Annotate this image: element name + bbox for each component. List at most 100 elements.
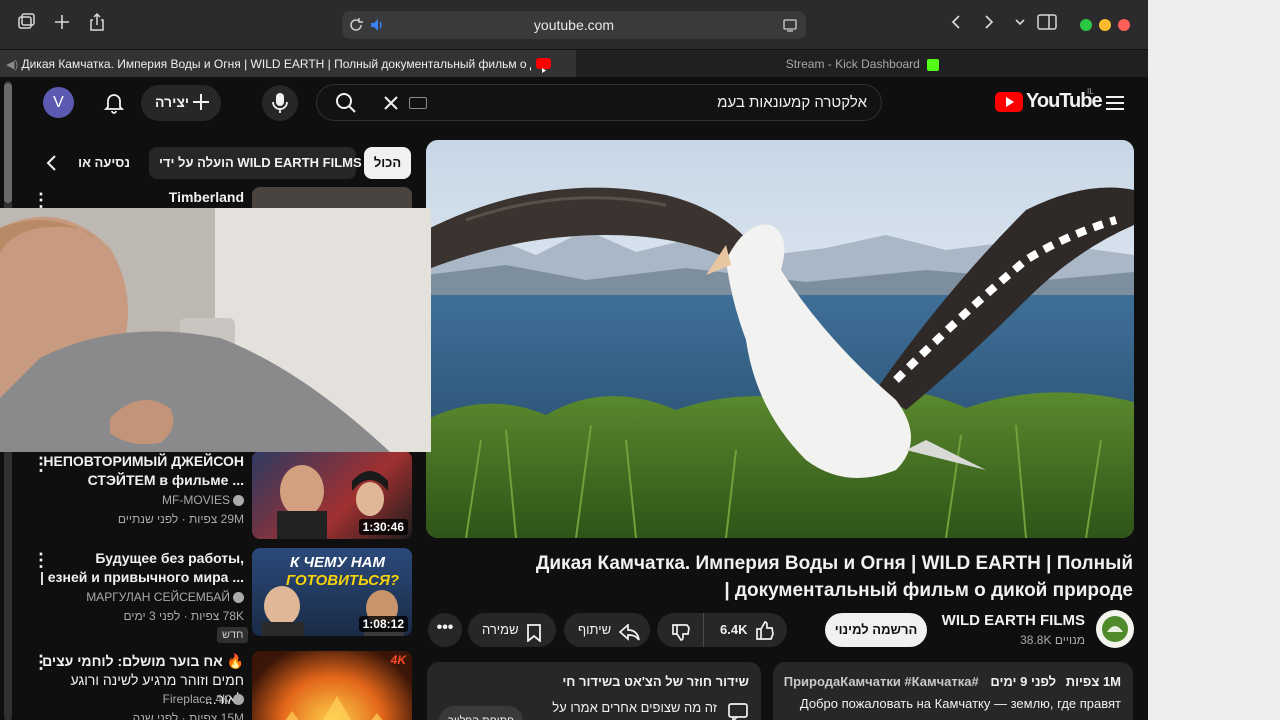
rec-channel[interactable]: МАРГУЛАН СЕЙСЕМБАЙ (34, 590, 244, 604)
description-stats: 1M צפיות לפני 9 ימים #ПриродаКамчатки #К… (784, 674, 1121, 689)
window-zoom-button[interactable] (1080, 19, 1092, 31)
youtube-favicon-icon (536, 58, 551, 73)
video-title-line-1: Дикая Камчатка. Империя Воды и Огня | WI… (535, 553, 1133, 574)
search-box[interactable]: אלקטרה קמעונאות בעמ (316, 84, 882, 121)
verified-icon (233, 694, 244, 706)
address-bar[interactable]: youtube.com (342, 11, 806, 39)
chat-replay-title: שידור חוזר של הצ'אט בשידור חי (562, 674, 749, 689)
forward-icon[interactable] (977, 12, 1001, 36)
dislike-icon[interactable] (671, 621, 691, 655)
like-icon[interactable] (755, 620, 775, 654)
verified-icon (233, 495, 244, 507)
sidebar-toggle-icon[interactable] (1035, 12, 1059, 36)
reader-mode-icon[interactable] (782, 17, 798, 38)
rec-channel[interactable]: Fireplace 4K (34, 692, 244, 706)
rec-meta: 78K צפיות · לפני 3 ימים (123, 609, 244, 623)
chip-all[interactable]: הכול (364, 147, 411, 179)
kick-favicon-icon (927, 58, 940, 71)
back-icon[interactable] (944, 12, 968, 36)
safari-window: youtube.com ◀) Дикая Камчатка. Империя В… (0, 0, 1148, 720)
new-tab-icon[interactable] (50, 12, 74, 36)
webcam-overlay (0, 208, 431, 452)
youtube-logo-icon[interactable] (995, 92, 1023, 112)
chevron-down-icon[interactable] (1008, 12, 1032, 36)
share-label: שיתוף (578, 622, 612, 637)
tab-bar: ◀) Дикая Камчатка. Империя Воды и Огня |… (0, 49, 1148, 78)
subscribe-button[interactable]: הרשמה למינוי (825, 613, 927, 647)
search-icon[interactable] (335, 92, 357, 119)
screen: youtube.com ◀) Дикая Камчатка. Империя В… (0, 0, 1280, 720)
window-close-button[interactable] (1118, 19, 1130, 31)
tab-title: Дикая Камчатка. Империя Воды и Огня | WI… (21, 57, 531, 71)
sidebar-tabs-icon[interactable] (14, 12, 38, 36)
rec-thumbnail-fireplace[interactable]: 4K (252, 651, 412, 720)
chips-scroll-left-icon[interactable] (40, 153, 64, 173)
bookmark-icon (526, 621, 542, 655)
create-button[interactable]: יצירה (141, 85, 221, 121)
create-label: יצירה (155, 94, 190, 110)
logo-region: IL (1087, 87, 1094, 96)
upload-age: לפני 9 ימים (990, 674, 1057, 689)
channel-name[interactable]: WILD EARTH FILMS (940, 612, 1085, 629)
like-count[interactable]: 6.4K (720, 613, 747, 647)
avatar[interactable]: V (43, 87, 74, 118)
microphone-icon (271, 92, 289, 117)
video-player[interactable] (426, 140, 1134, 538)
view-count: 1M צפיות (1065, 674, 1121, 689)
rec-title-timberland[interactable]: Timberland (34, 188, 244, 207)
hashtags[interactable]: #ПриродаКамчатки #Камчатка (784, 674, 979, 689)
rec-thumbnail-timberland[interactable] (252, 187, 412, 209)
open-chat-button[interactable]: פתיחת הפלייר (439, 706, 523, 720)
rec-duration: 1:08:12 (358, 616, 408, 632)
rec-title-line-2[interactable]: СТЭЙТЕМ в фильме ... (34, 471, 244, 490)
tab-title: Stream - Kick Dashboard (785, 57, 920, 71)
new-badge: חדש (217, 627, 249, 643)
rec-title-line-1[interactable]: Будущее без работы, (34, 549, 244, 568)
clear-search-icon[interactable] (381, 93, 401, 118)
window-minimize-button[interactable] (1099, 19, 1111, 31)
rec-title-line-2[interactable]: | езней и привычного мира ... (34, 568, 244, 587)
rec-thumbnail-future[interactable]: К ЧЕМУ НАМ ГОТОВИТЬСЯ? 1:08:12 (252, 548, 412, 636)
share-icon[interactable] (85, 12, 109, 36)
speaker-icon: ◀) (6, 59, 19, 71)
plus-icon (191, 92, 211, 115)
search-input[interactable]: אלקטרה קמעונאות בעמ (717, 94, 867, 111)
keyboard-icon[interactable] (409, 97, 427, 109)
rec-title-line-1[interactable]: НЕПОВТОРИМЫЙ ДЖЕЙСОН (34, 452, 244, 471)
browser-toolbar: youtube.com (0, 0, 1148, 49)
like-dislike-group: 6.4K (657, 613, 787, 647)
rec-thumbnail-statham[interactable]: 1:30:46 (252, 451, 412, 539)
subscriber-count: 38.8K מנויים (1020, 633, 1085, 647)
rec-channel[interactable]: MF-MOVIES (34, 493, 244, 507)
voice-search-button[interactable] (262, 85, 298, 121)
scrollbar-thumb[interactable] (4, 83, 12, 203)
rec-duration: 1:30:46 (358, 519, 408, 535)
video-title-line-2: документальный фильм о дикой природе | (724, 580, 1133, 601)
webcam-feed (0, 208, 431, 452)
tab-kick-dashboard[interactable]: Stream - Kick Dashboard (577, 50, 1148, 78)
chip-uploaded-by[interactable]: הועלה על ידי WILD EARTH FILMS (149, 147, 362, 179)
tab-youtube-video[interactable]: ◀) Дикая Камчатка. Империя Воды и Огня |… (0, 50, 576, 78)
divider (703, 613, 704, 647)
rec-title-line-1[interactable]: 🔥 אח בוער מושלם: לוחמי עצים (34, 652, 244, 671)
menu-icon[interactable] (1104, 92, 1126, 114)
notifications-bell-icon[interactable] (101, 89, 127, 115)
rec-meta: 29M צפיות · לפני שנתיים (117, 512, 244, 526)
rec-meta: 15M צפיות · לפני שנה (132, 711, 244, 720)
description-box[interactable]: 1M צפיות לפני 9 ימים #ПриродаКамчатки #К… (773, 662, 1133, 720)
chat-replay-subtitle: זה מה שצופים אחרים אמרו על (552, 700, 717, 715)
video-frame-albatross (426, 140, 1134, 538)
desktop-background (1148, 0, 1280, 720)
share-arrow-icon (618, 621, 640, 655)
save-label: שמירה (482, 622, 519, 637)
save-button[interactable]: שמירה (468, 613, 556, 647)
more-actions-button[interactable]: ••• (428, 613, 462, 647)
verified-icon (233, 592, 244, 604)
share-button[interactable]: שיתוף (564, 613, 650, 647)
live-chat-replay: שידור חוזר של הצ'אט בשידור חי זה מה שצופ… (427, 662, 761, 720)
youtube-page: V יצירה אלקטרה קמעונאות בעמ YouTube IL נ… (0, 77, 1148, 720)
description-text: Добро пожаловать на Камчатку — землю, гд… (799, 696, 1121, 711)
chat-icon (727, 702, 749, 720)
channel-avatar[interactable] (1096, 610, 1134, 648)
chip-travel[interactable]: נסיעה או (76, 147, 136, 179)
